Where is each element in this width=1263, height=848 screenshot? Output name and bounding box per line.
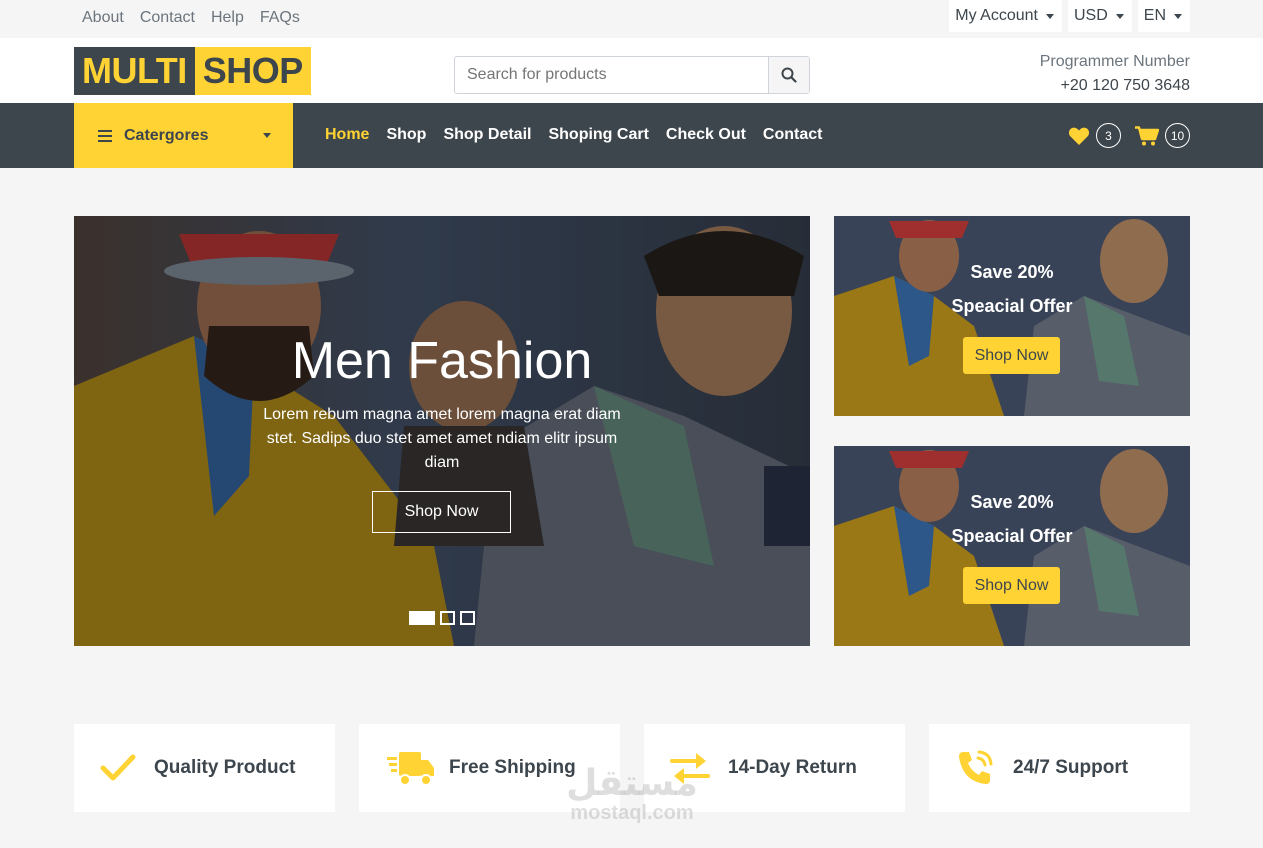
feature-label: Quality Product [154, 757, 296, 778]
bars-icon [98, 129, 112, 142]
watermark: مستقل mostaql.com [554, 764, 710, 825]
hero-content: Men Fashion Lorem rebum magna amet lorem… [74, 216, 810, 646]
hero-text: Lorem rebum magna amet lorem magna erat … [263, 406, 621, 471]
contact-info: Programmer Number +20 120 750 3648 [1040, 52, 1190, 98]
watermark-arabic: مستقل [566, 762, 698, 803]
feature-quality-product: Quality Product [74, 724, 335, 812]
hero-shop-now-button[interactable]: Shop Now [372, 491, 511, 533]
main-navbar: Catergores Home Shop Shop Detail Shoping… [0, 103, 1263, 168]
offer-title: Speacial Offer [951, 296, 1073, 316]
check-icon [100, 754, 136, 781]
feature-label: 14-Day Return [728, 757, 857, 778]
hero-title: Men Fashion [291, 332, 593, 390]
chevron-down-icon [263, 133, 271, 138]
chevron-down-icon [1045, 13, 1054, 19]
top-link-contact[interactable]: Contact [140, 9, 195, 27]
wishlist-button[interactable]: 3 [1068, 123, 1121, 148]
nav-item-checkout[interactable]: Check Out [666, 126, 746, 144]
logo[interactable]: MULTI SHOP [74, 47, 311, 95]
search-input[interactable] [455, 57, 768, 93]
nav-item-contact[interactable]: Contact [763, 126, 823, 144]
carousel-indicator-2[interactable] [440, 611, 455, 625]
categories-button[interactable]: Catergores [74, 103, 293, 168]
offer-discount: Save 20% [970, 262, 1054, 282]
contact-number: +20 120 750 3648 [1060, 77, 1190, 94]
nav-item-shop[interactable]: Shop [386, 126, 426, 144]
my-account-label: My Account [955, 7, 1038, 24]
nav-icons: 3 10 [1068, 123, 1190, 148]
nav-links: Home Shop Shop Detail Shoping Cart Check… [325, 126, 822, 144]
offer-shop-now-button[interactable]: Shop Now [963, 337, 1060, 374]
contact-label: Programmer Number [1039, 53, 1190, 70]
cart-count-badge: 10 [1165, 123, 1190, 148]
header: MULTI SHOP Programmer Number +20 120 750… [0, 38, 1263, 103]
offer-title: Speacial Offer [951, 526, 1073, 546]
offer-card-1[interactable]: Save 20% Speacial Offer Shop Now [834, 216, 1190, 416]
language-label: EN [1143, 7, 1166, 24]
shopping-cart-icon [1135, 125, 1159, 145]
currency-dropdown[interactable]: USD [1067, 0, 1132, 32]
nav-item-shopping-cart[interactable]: Shoping Cart [548, 126, 648, 144]
watermark-url: mostaql.com [570, 802, 694, 824]
search-bar [454, 56, 810, 94]
nav-item-shop-detail[interactable]: Shop Detail [443, 126, 531, 144]
logo-part-2: SHOP [194, 47, 311, 95]
language-dropdown[interactable]: EN [1137, 0, 1190, 32]
carousel-indicator-3[interactable] [460, 611, 475, 625]
logo-part-1: MULTI [74, 47, 195, 95]
truck-icon [387, 752, 434, 786]
offer-shop-now-button[interactable]: Shop Now [963, 567, 1060, 604]
offer-card-2[interactable]: Save 20% Speacial Offer Shop Now [834, 446, 1190, 646]
carousel-indicator-1[interactable] [409, 611, 435, 625]
hero-carousel[interactable]: Men Fashion Lorem rebum magna amet lorem… [74, 216, 810, 646]
phone-volume-icon [959, 750, 993, 784]
top-link-faqs[interactable]: FAQs [260, 9, 300, 27]
top-link-about[interactable]: About [82, 9, 124, 27]
heart-icon [1068, 127, 1090, 145]
search-icon [781, 67, 797, 83]
cart-button[interactable]: 10 [1135, 123, 1190, 148]
top-bar: About Contact Help FAQs My Account USD E… [0, 0, 1263, 38]
top-links: About Contact Help FAQs [82, 9, 300, 27]
my-account-dropdown[interactable]: My Account [949, 0, 1062, 32]
categories-label: Catergores [124, 126, 209, 144]
nav-item-home[interactable]: Home [325, 126, 369, 144]
search-button[interactable] [768, 57, 809, 93]
offer-discount: Save 20% [970, 492, 1054, 512]
carousel-indicators [409, 611, 475, 625]
currency-label: USD [1073, 7, 1108, 24]
chevron-down-icon [1174, 13, 1182, 19]
feature-support: 24/7 Support [929, 724, 1190, 812]
wishlist-count-badge: 3 [1096, 123, 1121, 148]
top-dropdowns: My Account USD EN [949, 0, 1190, 32]
top-link-help[interactable]: Help [211, 9, 244, 27]
chevron-down-icon [1115, 13, 1124, 19]
feature-label: 24/7 Support [1013, 757, 1129, 778]
